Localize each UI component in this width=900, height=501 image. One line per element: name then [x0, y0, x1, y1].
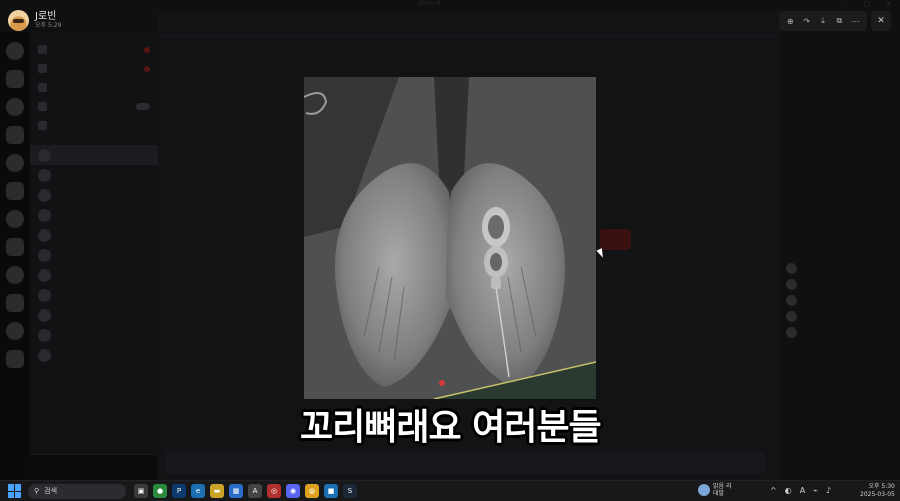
server-icon — [6, 322, 24, 340]
speaker-icon[interactable]: ♪ — [826, 486, 831, 495]
chevron-up-icon[interactable]: ^ — [770, 486, 777, 495]
weather-line1: 맑음 리 — [713, 483, 732, 490]
server-list — [0, 32, 30, 480]
dm-row — [30, 165, 158, 185]
font-icon[interactable]: A — [800, 486, 805, 495]
dm-row — [30, 325, 158, 345]
minimize-icon[interactable]: – — [844, 0, 848, 8]
viewer-toolbar: ⊕ ↷ ⤓ ⧉ ⋯ — [779, 11, 867, 31]
server-icon — [6, 42, 24, 60]
discord-icon[interactable]: ◉ — [286, 484, 300, 498]
dm-row — [30, 245, 158, 265]
search-icon: ⚲ — [34, 487, 40, 495]
channel-row — [30, 59, 158, 78]
forward-icon[interactable]: ↷ — [799, 14, 814, 29]
dm-row — [30, 285, 158, 305]
dm-row — [30, 265, 158, 285]
attachment-image — [304, 77, 596, 399]
app-icon[interactable]: ◎ — [267, 484, 281, 498]
member-row — [780, 292, 900, 308]
dm-row — [30, 145, 158, 165]
app-icon[interactable]: ● — [153, 484, 167, 498]
system-tray: ^ ◐ A ⌁ ♪ — [770, 486, 831, 495]
open-external-icon[interactable]: ⧉ — [832, 14, 847, 29]
edge-icon[interactable]: e — [191, 484, 205, 498]
window-close-icon[interactable]: ✕ — [886, 0, 892, 8]
server-icon — [6, 350, 24, 368]
member-row — [780, 308, 900, 324]
channel-pane — [30, 32, 188, 480]
weather-icon — [698, 484, 710, 496]
server-icon — [6, 238, 24, 256]
server-icon — [6, 294, 24, 312]
taskbar: ⚲ 검색 ▣ ● P e ▬ ▦ A ◎ ◉ ◍ ■ S 맑음 리 대발 ^ ◐… — [0, 480, 900, 501]
video-caption: 꼬리뼈래요 여러분들 — [300, 407, 602, 448]
server-icon — [6, 70, 24, 88]
server-icon — [6, 154, 24, 172]
window-title: Discord — [418, 0, 441, 7]
dm-row — [30, 305, 158, 325]
clock-time: 오후 5:30 — [868, 483, 895, 490]
channel-row — [30, 40, 158, 59]
uploader-info: J로빈 오후 5:29 — [8, 10, 61, 31]
steam-icon[interactable]: S — [343, 484, 357, 498]
server-icon — [6, 210, 24, 228]
download-icon[interactable]: ⤓ — [815, 14, 830, 29]
member-row — [780, 260, 900, 276]
photoshop-icon[interactable]: P — [172, 484, 186, 498]
weather-line2: 대발 — [713, 490, 725, 497]
search-placeholder: 검색 — [44, 487, 58, 495]
maximize-icon[interactable]: □ — [864, 0, 871, 8]
dm-row — [30, 185, 158, 205]
chat-header — [158, 10, 780, 36]
taskbar-search[interactable]: ⚲ 검색 — [28, 483, 126, 499]
dm-row — [30, 345, 158, 365]
server-icon — [6, 266, 24, 284]
server-icon — [6, 126, 24, 144]
app-icon[interactable]: ■ — [324, 484, 338, 498]
chrome-icon[interactable]: ◍ — [305, 484, 319, 498]
message-input — [165, 452, 765, 474]
channel-row — [30, 116, 158, 135]
store-icon[interactable]: ▦ — [229, 484, 243, 498]
member-row — [780, 276, 900, 292]
uploader-name: J로빈 — [35, 11, 57, 22]
channel-row — [30, 97, 158, 116]
file-explorer-icon[interactable]: ▬ — [210, 484, 224, 498]
member-list — [780, 260, 900, 400]
start-button[interactable] — [8, 484, 22, 498]
taskbar-apps: ▣ ● P e ▬ ▦ A ◎ ◉ ◍ ■ S — [134, 484, 357, 498]
tray-app-icon[interactable]: ◐ — [785, 486, 792, 495]
member-row — [780, 324, 900, 340]
avatar[interactable] — [8, 10, 29, 31]
network-icon[interactable]: ⌁ — [813, 486, 818, 495]
more-icon[interactable]: ⋯ — [848, 14, 863, 29]
dm-row — [30, 225, 158, 245]
weather-widget[interactable]: 맑음 리 대발 — [698, 483, 731, 497]
server-icon — [6, 98, 24, 116]
dm-row — [30, 205, 158, 225]
server-icon — [6, 182, 24, 200]
zoom-icon[interactable]: ⊕ — [783, 14, 798, 29]
app-icon[interactable]: A — [248, 484, 262, 498]
window-titlebar: Discord – □ ✕ — [0, 0, 900, 10]
upload-time: 오후 5:29 — [35, 22, 62, 29]
channel-row — [30, 78, 158, 97]
clock-date: 2025-03-05 — [860, 491, 895, 498]
dimmed-button — [600, 229, 631, 250]
taskbar-clock[interactable]: 오후 5:30 2025-03-05 — [860, 483, 895, 499]
window-controls: – □ ✕ — [844, 0, 892, 8]
close-viewer-button[interactable]: ✕ — [871, 11, 891, 31]
task-view-icon[interactable]: ▣ — [134, 484, 148, 498]
